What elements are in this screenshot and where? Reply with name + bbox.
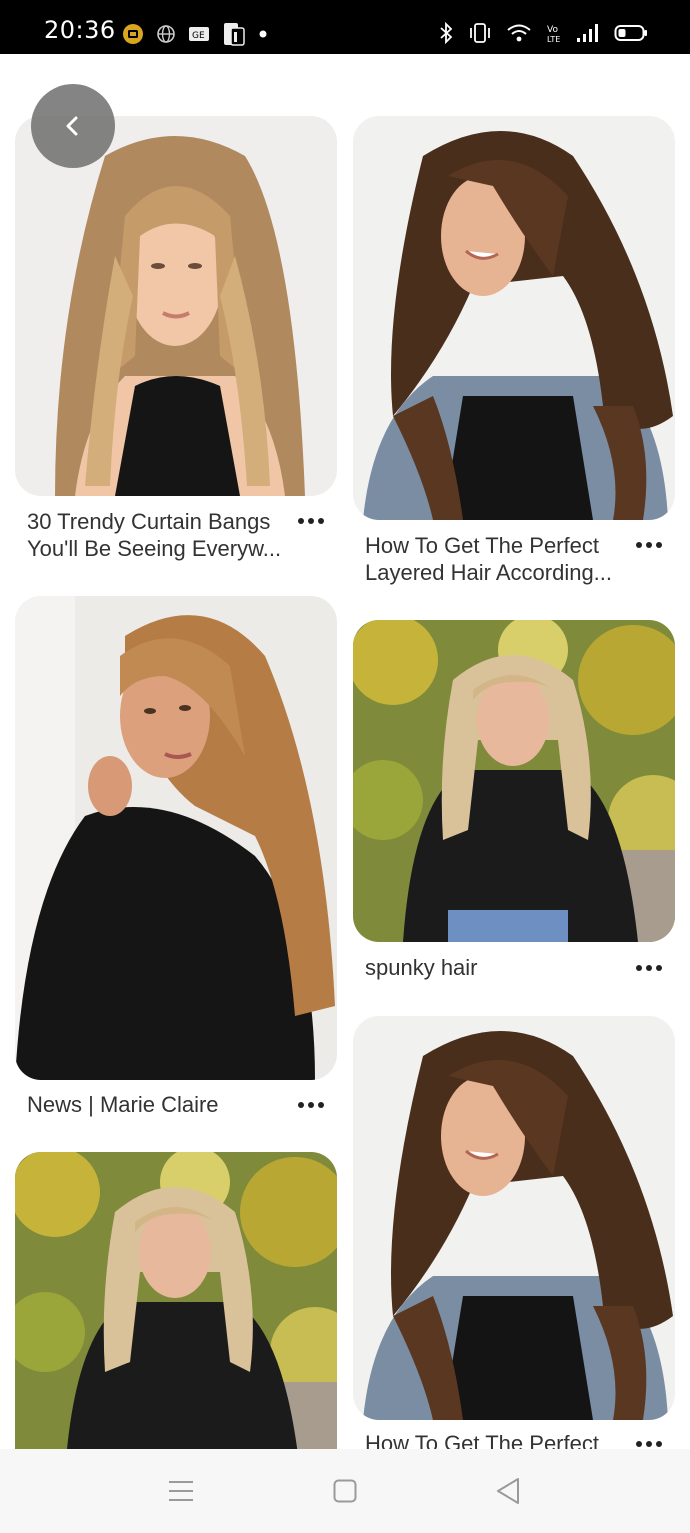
system-nav-bar (0, 1449, 690, 1533)
pin-title-line1: 30 Trendy Curtain Bangs (27, 509, 271, 534)
more-dot-icon (656, 542, 662, 548)
more-options-button[interactable] (298, 517, 326, 525)
brunette-layered-hair-photo-2 (353, 1016, 675, 1420)
pin-title-line1: News | Marie Claire (27, 1092, 219, 1117)
battery-icon (614, 25, 647, 41)
back-triangle-icon[interactable] (495, 1477, 521, 1505)
wifi-icon (507, 24, 531, 42)
svg-text:Vo: Vo (547, 25, 558, 35)
pin-image[interactable] (353, 1016, 675, 1420)
volte-icon: VoLTE (547, 25, 560, 44)
pin-title-line1: How To Get The Perfect (365, 1431, 599, 1449)
pin-caption[interactable]: spunky hair (365, 954, 625, 981)
chevron-left-icon (66, 116, 78, 136)
more-dot-icon (646, 965, 652, 971)
more-options-button[interactable] (636, 541, 664, 549)
pin-image[interactable] (15, 1152, 337, 1472)
more-options-button[interactable] (636, 964, 664, 972)
status-time: 20:36 (44, 16, 116, 44)
globe-icon (157, 25, 175, 43)
pin-caption[interactable]: News | Marie Claire (27, 1091, 287, 1118)
more-options-button[interactable] (636, 1440, 664, 1448)
more-dot-icon (318, 518, 324, 524)
dot-icon (259, 30, 267, 38)
more-dot-icon (646, 542, 652, 548)
sim-icon (224, 23, 245, 46)
card-icon: GE (189, 27, 209, 41)
back-button[interactable] (31, 84, 115, 168)
pin-image[interactable] (15, 116, 337, 496)
more-dot-icon (636, 542, 642, 548)
svg-text:GE: GE (192, 31, 205, 41)
more-dot-icon (656, 965, 662, 971)
bluetooth-icon (440, 22, 453, 44)
signal-icon (577, 24, 598, 42)
caramel-long-hair-photo (15, 596, 337, 1080)
blonde-waves-autumn-photo (353, 620, 675, 942)
brunette-layered-hair-photo (353, 116, 675, 520)
status-bar: 20:36 GE Vo LTE (0, 0, 690, 54)
pin-title-line1: How To Get The Perfect (365, 533, 599, 558)
more-dot-icon (636, 965, 642, 971)
pin-title-line1: spunky hair (365, 955, 478, 980)
more-dot-icon (636, 1441, 642, 1447)
pin-caption[interactable]: How To Get The Perfect (365, 1430, 625, 1449)
pin-caption[interactable]: How To Get The Perfect Layered Hair Acco… (365, 532, 625, 586)
svg-text:LTE: LTE (547, 35, 560, 44)
vibrate-icon (470, 23, 490, 43)
pin-image[interactable] (15, 596, 337, 1080)
blonde-waves-autumn-photo-2 (15, 1152, 337, 1472)
pin-caption[interactable]: 30 Trendy Curtain Bangs You'll Be Seeing… (27, 508, 287, 562)
pin-image[interactable] (353, 620, 675, 942)
pin-title-line2: You'll Be Seeing Everyw... (27, 536, 282, 561)
more-dot-icon (656, 1441, 662, 1447)
menu-icon[interactable] (168, 1479, 194, 1503)
more-dot-icon (298, 518, 304, 524)
more-dot-icon (308, 1102, 314, 1108)
more-dot-icon (646, 1441, 652, 1447)
more-dot-icon (298, 1102, 304, 1108)
more-dot-icon (308, 518, 314, 524)
home-square-icon[interactable] (333, 1479, 357, 1503)
pin-image[interactable] (353, 116, 675, 520)
pin-title-line2: Layered Hair According... (365, 560, 613, 585)
more-options-button[interactable] (298, 1101, 326, 1109)
notification-icon (123, 24, 143, 44)
blonde-curtain-bangs-photo (15, 116, 337, 496)
more-dot-icon (318, 1102, 324, 1108)
